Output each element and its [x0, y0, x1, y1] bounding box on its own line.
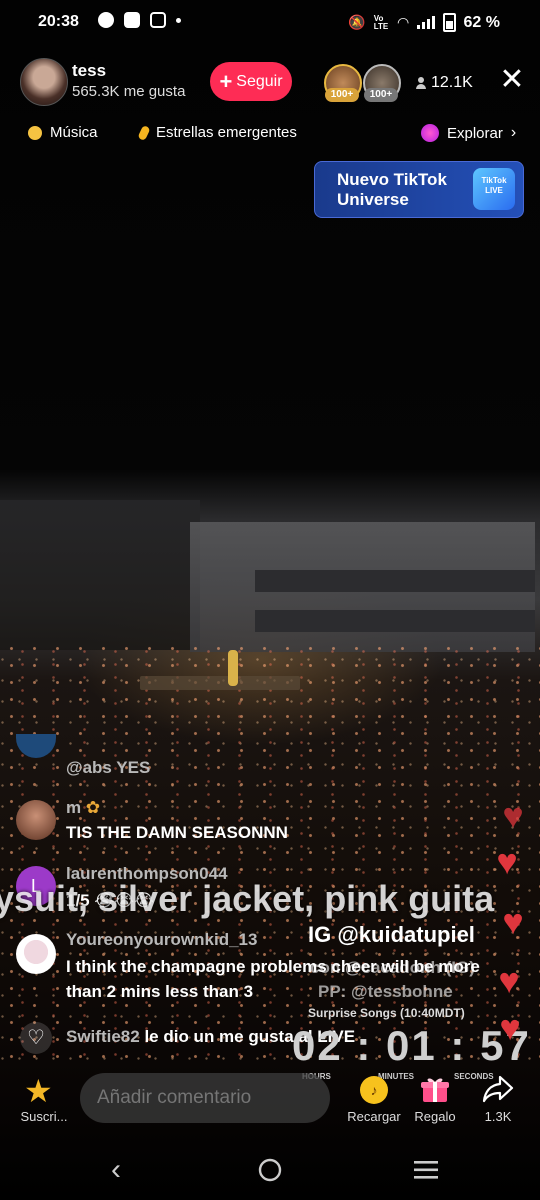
system-status: 🔕 Vo LTE ◠ 62 % [348, 13, 500, 32]
host-name[interactable]: tess [72, 61, 106, 81]
category-rising-stars-label: Estrellas emergentes [156, 124, 297, 141]
flower-icon: ✿ [85, 798, 101, 817]
messenger-icon [98, 12, 114, 28]
comment-text: TIS THE DAMN SEASONNN [66, 823, 288, 842]
overlay-ig-handle: IG @kuidatupiel [308, 922, 475, 947]
comment-user-row: m ✿ [66, 798, 100, 818]
close-icon[interactable]: ✕ [498, 65, 526, 95]
top-gifter-avatar[interactable]: 100+ [324, 64, 362, 102]
volte-icon: Vo LTE [373, 13, 389, 31]
more-notifications-icon [176, 17, 181, 23]
comment-item[interactable]: m ✿ TIS THE DAMN SEASONNN [16, 796, 486, 846]
subscribe-star-icon[interactable]: ★ [24, 1072, 53, 1110]
host-likes: 565.3K me gusta [72, 83, 186, 100]
chevron-right-icon: › [510, 124, 517, 141]
comment-user: Youreonyourownkid_13 [66, 930, 258, 949]
subscribe-label[interactable]: Suscri... [16, 1109, 72, 1124]
gift-label[interactable]: Regalo [405, 1109, 465, 1124]
heart-outline-icon: ♡ [20, 1022, 52, 1054]
mute-icon: 🔕 [348, 14, 366, 30]
banner-line2: Universe [337, 190, 409, 209]
back-icon[interactable]: ‹ [86, 1152, 146, 1188]
comment-item[interactable]: @abs YES [16, 734, 486, 777]
home-icon[interactable] [240, 1152, 300, 1188]
plus-icon: + [219, 68, 233, 94]
heart-icon: ♥ [496, 841, 518, 882]
comment-user: m [66, 798, 82, 817]
gifter-badge: 100+ [364, 88, 398, 102]
building-floor [255, 610, 535, 632]
person-icon [416, 77, 426, 89]
notification-icons [98, 12, 181, 28]
follow-button[interactable]: + Seguir [210, 62, 292, 101]
signal-icon [416, 16, 435, 29]
comment-avatar [16, 934, 56, 974]
music-icon [28, 125, 42, 140]
battery-percent: 62 % [463, 13, 500, 31]
category-music[interactable]: Música [28, 124, 98, 141]
stadium-stands [0, 500, 200, 650]
share-count[interactable]: 1.3K [474, 1109, 522, 1124]
explore-label: Explorar [447, 124, 503, 142]
gifter-badge: 100+ [325, 88, 359, 102]
recharge-coin-icon[interactable]: ♪ [360, 1076, 388, 1104]
banner-line1: Nuevo TikTok [337, 170, 447, 189]
overlay-faded-line: con @cacadonh (IG) [310, 958, 475, 977]
status-time: 20:38 [38, 13, 79, 30]
gift-icon[interactable] [420, 1074, 450, 1104]
building-floor [255, 570, 535, 592]
explore-icon [421, 124, 439, 142]
star-icon [137, 124, 151, 141]
heart-icon: ♥ [498, 960, 520, 1001]
instagram-icon [150, 12, 166, 28]
host-avatar[interactable] [20, 58, 68, 106]
overlay-faded-line: PP: @tessbohne [318, 982, 453, 1001]
battery-icon [442, 13, 456, 32]
tiktok-live-logo-icon: TikTok LIVE [473, 168, 515, 210]
overlay-surprise-songs: Surprise Songs (10:40MDT) [308, 1006, 465, 1020]
viewer-count-value: 12.1K [431, 74, 473, 91]
recharge-label[interactable]: Recargar [340, 1109, 408, 1124]
comment-avatar [16, 734, 56, 758]
explore-button[interactable]: Explorar › [421, 124, 516, 142]
comment-avatar [16, 800, 56, 840]
share-icon[interactable] [482, 1074, 514, 1112]
category-music-label: Música [50, 124, 98, 141]
stage [140, 676, 300, 690]
heart-icon: ♥ [502, 901, 524, 942]
performer [228, 650, 238, 686]
tiktok-universe-banner[interactable]: Nuevo TikTok Universe TikTok LIVE [314, 161, 524, 218]
recents-icon[interactable] [396, 1152, 456, 1188]
like-notice-user: Swiftie82 [66, 1027, 140, 1046]
top-gifter-avatar[interactable]: 100+ [363, 64, 401, 102]
mail-icon [124, 12, 140, 28]
heart-icon: ♥ [502, 795, 524, 836]
wifi-icon: ◠ [397, 14, 409, 30]
comment-input[interactable] [80, 1073, 330, 1123]
category-rising-stars[interactable]: Estrellas emergentes [137, 124, 297, 141]
follow-label: Seguir [236, 72, 283, 90]
viewer-count[interactable]: 12.1K [416, 74, 473, 92]
heart-icon: ♥ [499, 1007, 521, 1048]
comment-user: @abs YES [66, 758, 151, 777]
video-caption-overlay: ysuit, silver jacket, pink guita [0, 878, 495, 919]
banner-text: Nuevo TikTok Universe [337, 170, 447, 210]
